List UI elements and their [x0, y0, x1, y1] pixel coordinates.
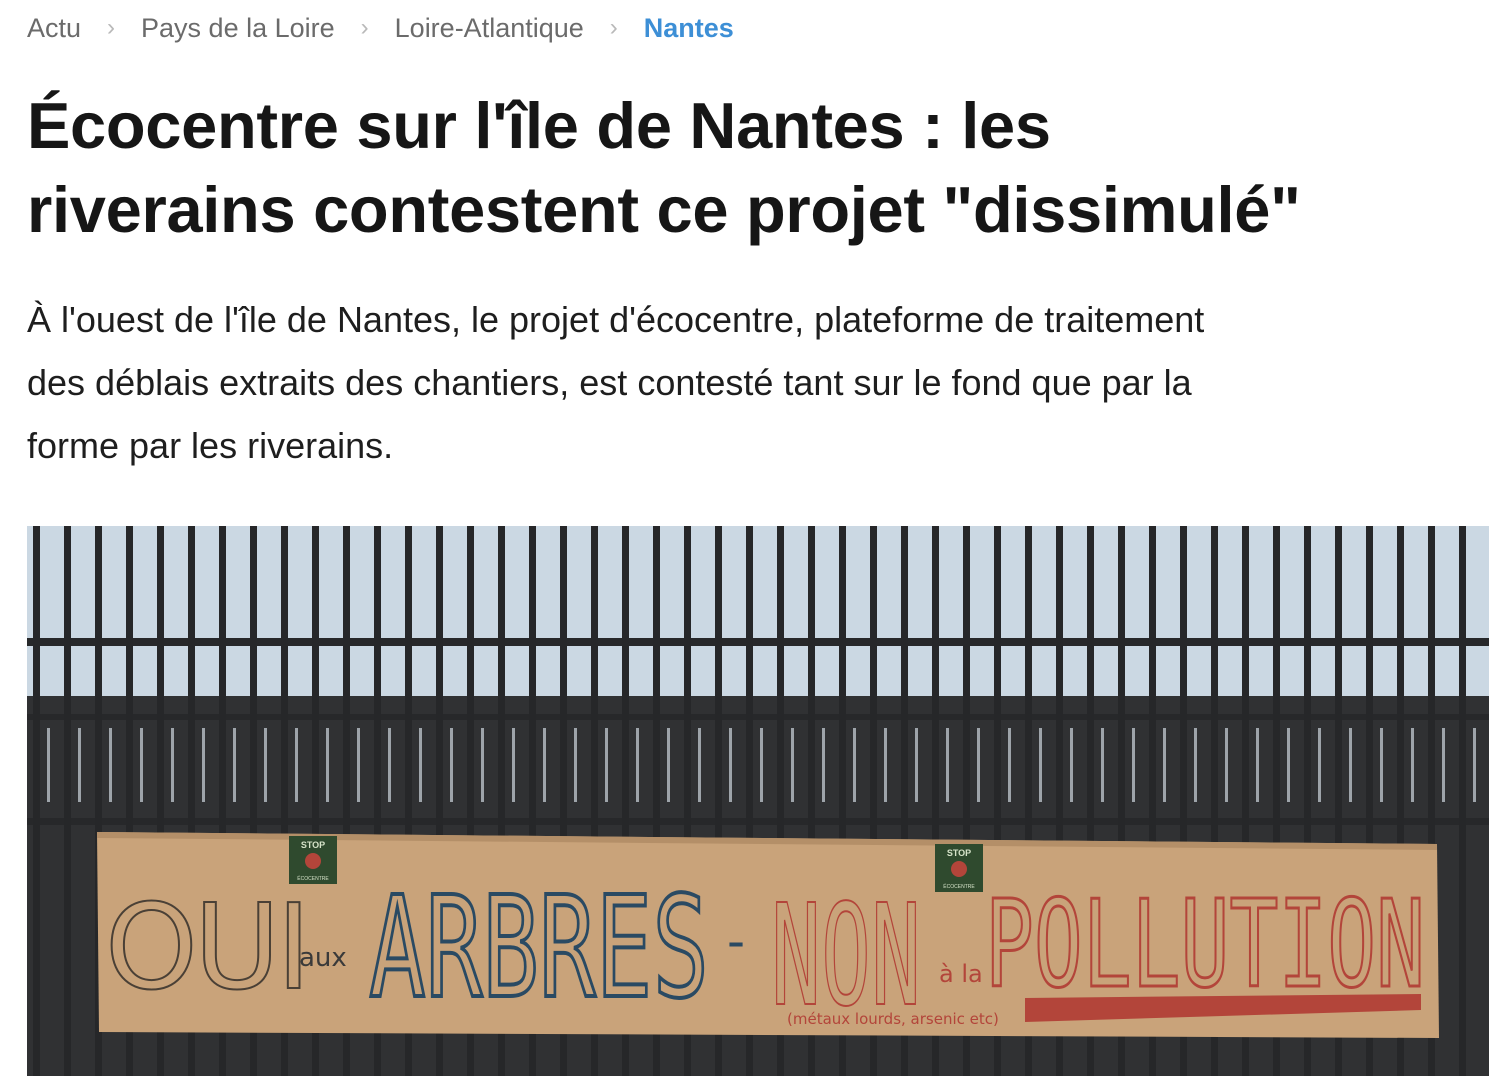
- banner-word-pollution: POLLUTION: [985, 876, 1425, 1015]
- fence-slat-highlight: [1163, 728, 1166, 802]
- article-lede-line: À l'ouest de l'île de Nantes, le projet …: [27, 299, 1205, 340]
- fence-slat-highlight: [977, 728, 980, 802]
- fence-slat-highlight: [884, 728, 887, 802]
- fence-slat-highlight: [605, 728, 608, 802]
- banner-word-arbres: ARBRES: [369, 867, 709, 1030]
- fence-slat-highlight: [1411, 728, 1414, 802]
- article-lede: À l'ouest de l'île de Nantes, le projet …: [27, 288, 1467, 477]
- fence-slat-highlight: [109, 728, 112, 802]
- fence-slat-highlight: [450, 728, 453, 802]
- fence-slat-highlight: [1380, 728, 1383, 802]
- fence-slat-highlight: [760, 728, 763, 802]
- fence-slat-highlight: [791, 728, 794, 802]
- fence-slat-highlight: [481, 728, 484, 802]
- fence-rail: [27, 818, 1489, 825]
- breadcrumb-item-actu[interactable]: Actu: [27, 13, 81, 44]
- fence-bar: [1459, 526, 1466, 1076]
- sticker-top-text: STOP: [947, 848, 971, 858]
- article-lede-line: des déblais extraits des chantiers, est …: [27, 362, 1192, 403]
- fence-slat-highlight: [264, 728, 267, 802]
- banner-word-a-la: à la: [939, 960, 983, 988]
- fence-slat-highlight: [853, 728, 856, 802]
- fence-slat-highlight: [1349, 728, 1352, 802]
- fence-bar: [64, 526, 71, 1076]
- fence-slat-highlight: [946, 728, 949, 802]
- fence-slat-highlight: [512, 728, 515, 802]
- fence-slat-highlight: [233, 728, 236, 802]
- fence-slat-highlight: [1008, 728, 1011, 802]
- chevron-right-icon: ›: [609, 14, 618, 41]
- fence-slat-highlight: [698, 728, 701, 802]
- fence-slat-highlight: [388, 728, 391, 802]
- fence-slat-highlight: [636, 728, 639, 802]
- article-title: Écocentre sur l'île de Nantes : les rive…: [27, 84, 1487, 252]
- fence-slat-highlight: [1039, 728, 1042, 802]
- fence-slat-highlight: [1473, 728, 1476, 802]
- fence-slat-highlight: [202, 728, 205, 802]
- chevron-right-icon: ›: [360, 14, 369, 41]
- article-title-line: Écocentre sur l'île de Nantes : les: [27, 89, 1051, 162]
- breadcrumb-item-nantes[interactable]: Nantes: [644, 13, 734, 44]
- fence-slat-highlight: [1070, 728, 1073, 802]
- fence-rail: [27, 638, 1489, 646]
- sticker-bottom-text: ÉCOCENTRE: [943, 883, 975, 890]
- fence-slat-highlight: [915, 728, 918, 802]
- fence-slat-highlight: [574, 728, 577, 802]
- fence-slat-highlight: [729, 728, 732, 802]
- fence-slat-highlight: [667, 728, 670, 802]
- fence-slat-highlight: [140, 728, 143, 802]
- fence-slat-highlight: [1256, 728, 1259, 802]
- article-photo[interactable]: STOP ÉCOCENTRE STOP ÉCOCENTRE OUI aux AR…: [27, 526, 1489, 1076]
- article-title-line: riverains contestent ce projet "dissimul…: [27, 173, 1301, 246]
- fence-slat-highlight: [822, 728, 825, 802]
- banner-word-aux: aux: [299, 943, 347, 973]
- fence-slat-highlight: [1225, 728, 1228, 802]
- sticker-top-text: STOP: [301, 840, 325, 850]
- banner-dash: -: [727, 912, 745, 970]
- fence-slat-highlight: [1287, 728, 1290, 802]
- fence-rail: [27, 714, 1489, 720]
- fence-slat-highlight: [357, 728, 360, 802]
- fence-slat-highlight: [1318, 728, 1321, 802]
- protest-banner-photo: STOP ÉCOCENTRE STOP ÉCOCENTRE OUI aux AR…: [27, 526, 1489, 1076]
- fence-slat-highlight: [295, 728, 298, 802]
- fence-slat-highlight: [543, 728, 546, 802]
- article-lede-line: forme par les riverains.: [27, 425, 394, 466]
- fence-slat-highlight: [1101, 728, 1104, 802]
- stop-ecocentre-sticker: STOP ÉCOCENTRE: [935, 844, 983, 892]
- fence-slat-highlight: [171, 728, 174, 802]
- fence-slat-highlight: [419, 728, 422, 802]
- fence-slat-highlight: [47, 728, 50, 802]
- fence-slat-highlight: [1442, 728, 1445, 802]
- breadcrumb: Actu › Pays de la Loire › Loire-Atlantiq…: [27, 8, 734, 48]
- banner-word-oui: OUI: [105, 878, 307, 1016]
- chevron-right-icon: ›: [107, 14, 116, 41]
- breadcrumb-item-pays-de-la-loire[interactable]: Pays de la Loire: [141, 13, 335, 44]
- stop-ecocentre-sticker: STOP ÉCOCENTRE: [289, 836, 337, 884]
- fence-slat-highlight: [326, 728, 329, 802]
- breadcrumb-item-loire-atlantique[interactable]: Loire-Atlantique: [395, 13, 584, 44]
- fence-slat-highlight: [1194, 728, 1197, 802]
- fence-slat-highlight: [78, 728, 81, 802]
- fence-slat-highlight: [1132, 728, 1135, 802]
- banner-note: (métaux lourds, arsenic etc): [787, 1010, 999, 1028]
- fence-bar: [33, 526, 40, 1076]
